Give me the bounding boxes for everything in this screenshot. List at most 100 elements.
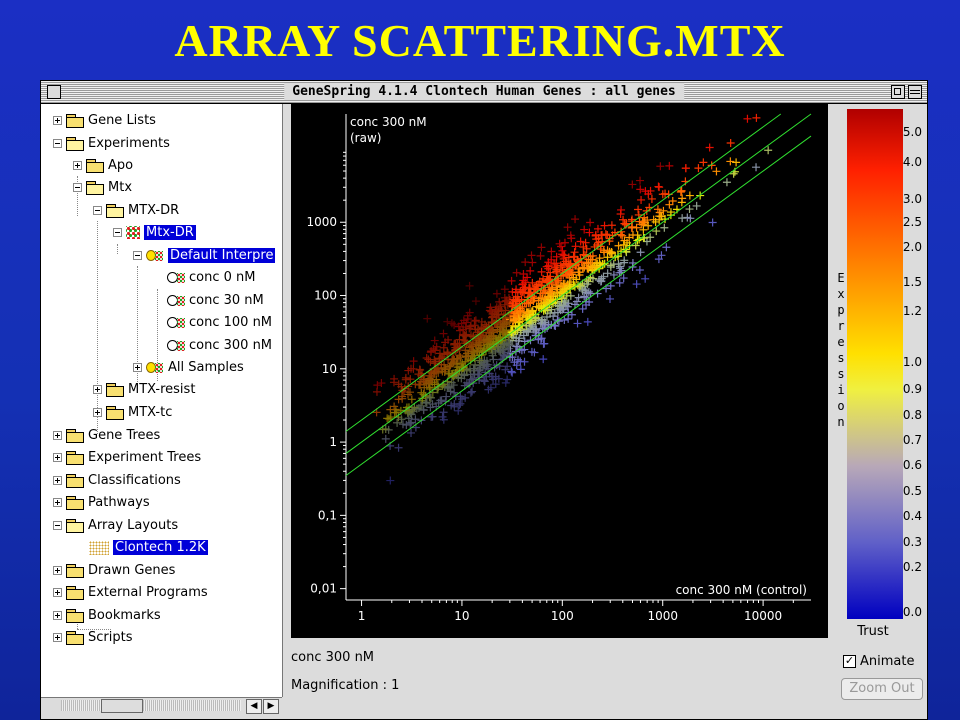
checkbox-checked-icon[interactable]: ✓ (843, 655, 856, 668)
tree-array-layouts[interactable]: Array Layouts (53, 516, 178, 536)
tree-mtx-dr[interactable]: MTX-DR (93, 201, 179, 221)
tree-conc-30[interactable]: conc 30 nM (167, 291, 264, 311)
data-point (465, 281, 474, 290)
tree-conc-0[interactable]: conc 0 nM (167, 268, 255, 288)
tree-mtx-tc[interactable]: MTX-tc (93, 403, 172, 423)
scroll-track[interactable] (61, 700, 241, 711)
tree-apo[interactable]: Apo (73, 156, 133, 176)
expand-icon[interactable] (133, 363, 142, 372)
expand-icon[interactable] (53, 611, 62, 620)
expand-icon[interactable] (53, 588, 62, 597)
data-point (422, 354, 431, 362)
expand-icon[interactable] (53, 431, 62, 440)
collapse-icon[interactable] (73, 183, 82, 192)
tree-bookmarks[interactable]: Bookmarks (53, 606, 161, 626)
data-point (665, 161, 674, 170)
x-tick-label: 100 (551, 609, 574, 623)
close-box-icon[interactable] (47, 85, 61, 99)
collapse-icon[interactable] (53, 139, 62, 148)
legend-label-letter: p (837, 303, 844, 317)
data-point (732, 158, 741, 167)
legend-label-letter: E (837, 271, 844, 285)
scroll-right-icon[interactable]: ▶ (263, 699, 279, 714)
zoom-out-button[interactable]: Zoom Out (841, 678, 923, 700)
y-axis-subtitle: (raw) (350, 131, 381, 145)
data-point (743, 114, 752, 123)
expand-icon[interactable] (93, 385, 102, 394)
scatter-plot[interactable]: 1 10 100 1000 10000 0,01 0,1 1 10 100 1000 conc 300… (291, 104, 828, 638)
data-point (500, 285, 509, 294)
scatter-plot-panel[interactable]: 1 10 100 1000 10000 0,01 0,1 1 10 100 1000 conc 300… (291, 104, 828, 638)
expand-icon[interactable] (53, 476, 62, 485)
legend-tick-label: 0.6 (903, 458, 922, 472)
tree-mtx[interactable]: Mtx (73, 178, 132, 198)
legend-tick-label: 0.8 (903, 408, 922, 422)
tree-drawn-genes[interactable]: Drawn Genes (53, 561, 175, 581)
animate-checkbox[interactable]: ✓ Animate (843, 654, 914, 669)
folder-icon (66, 496, 84, 510)
data-point (699, 158, 708, 167)
tree-conc-300[interactable]: conc 300 nM (167, 336, 272, 356)
legend-label-letter: i (837, 383, 844, 397)
data-point (442, 392, 451, 401)
collapse-icon[interactable] (93, 206, 102, 215)
tree-classifications[interactable]: Classifications (53, 471, 181, 491)
sample-clock-icon (167, 316, 185, 330)
data-point (647, 194, 656, 203)
tree-gene-trees[interactable]: Gene Trees (53, 426, 160, 446)
data-point (416, 366, 425, 375)
scroll-thumb[interactable] (101, 699, 143, 713)
data-point (573, 319, 582, 328)
expand-icon[interactable] (53, 453, 62, 462)
collapse-icon[interactable] (133, 251, 142, 260)
data-point (569, 252, 578, 261)
folder-icon (66, 631, 84, 645)
tree-experiment-trees[interactable]: Experiment Trees (53, 448, 201, 468)
legend-tick-label: 0.7 (903, 433, 922, 447)
tree-scripts[interactable]: Scripts (53, 628, 132, 648)
x-tick-label: 10 (454, 609, 469, 623)
legend-tick-label: 2.0 (903, 240, 922, 254)
expand-icon[interactable] (53, 116, 62, 125)
expand-icon[interactable] (73, 161, 82, 170)
tree-default-interpretation[interactable]: Default Interpre (133, 246, 276, 266)
expand-icon[interactable] (53, 566, 62, 575)
tree-clontech[interactable]: Clontech 1.2K (89, 538, 208, 558)
status-area: conc 300 nM Magnification : 1 ✓ Animate Z… (291, 646, 927, 716)
expand-icon[interactable] (93, 408, 102, 417)
folder-open-icon (66, 137, 84, 151)
data-point (637, 195, 646, 204)
data-point (652, 227, 661, 236)
expand-icon[interactable] (53, 633, 62, 642)
expression-color-bar: 5.0 4.0 3.0 2.5 2.0 1.5 1.2 1.0 0.9 0.8 0.7 0.6 0.5 0… (837, 109, 922, 639)
tree-horizontal-scrollbar[interactable]: ◀ ▶ (41, 697, 282, 714)
legend-label-letter: n (837, 415, 844, 429)
interpretation-bulb-icon (146, 361, 164, 375)
expand-icon[interactable] (53, 498, 62, 507)
x-axis-title: conc 300 nM (control) (676, 583, 807, 597)
legend-tick-label: 0.2 (903, 560, 922, 574)
y-tick-label: 100 (314, 289, 337, 303)
tree-gene-lists[interactable]: Gene Lists (53, 111, 156, 131)
data-point (468, 387, 477, 396)
folder-icon (66, 586, 84, 600)
tree-all-samples[interactable]: All Samples (133, 358, 244, 378)
zoom-box-icon[interactable] (891, 85, 905, 99)
tree-pathways[interactable]: Pathways (53, 493, 150, 513)
collapse-box-icon[interactable] (908, 85, 922, 99)
collapse-icon[interactable] (113, 228, 122, 237)
window-titlebar[interactable]: GeneSpring 4.1.4 Clontech Human Genes : … (41, 81, 927, 104)
tree-mtx-dr-experiment[interactable]: Mtx-DR (113, 223, 196, 243)
collapse-icon[interactable] (53, 521, 62, 530)
slide-title: ARRAY SCATTERING.MTX (174, 15, 786, 66)
tree-external-programs[interactable]: External Programs (53, 583, 208, 603)
data-point (426, 393, 435, 402)
data-point (423, 314, 432, 323)
data-point (726, 138, 735, 147)
scroll-left-icon[interactable]: ◀ (246, 699, 262, 714)
legend-tick-label: 0.0 (903, 605, 922, 619)
tree-conc-100[interactable]: conc 100 nM (167, 313, 272, 333)
legend-label-letter: s (837, 367, 844, 381)
tree-experiments[interactable]: Experiments (53, 134, 170, 154)
tree-mtx-resist[interactable]: MTX-resist (93, 380, 195, 400)
